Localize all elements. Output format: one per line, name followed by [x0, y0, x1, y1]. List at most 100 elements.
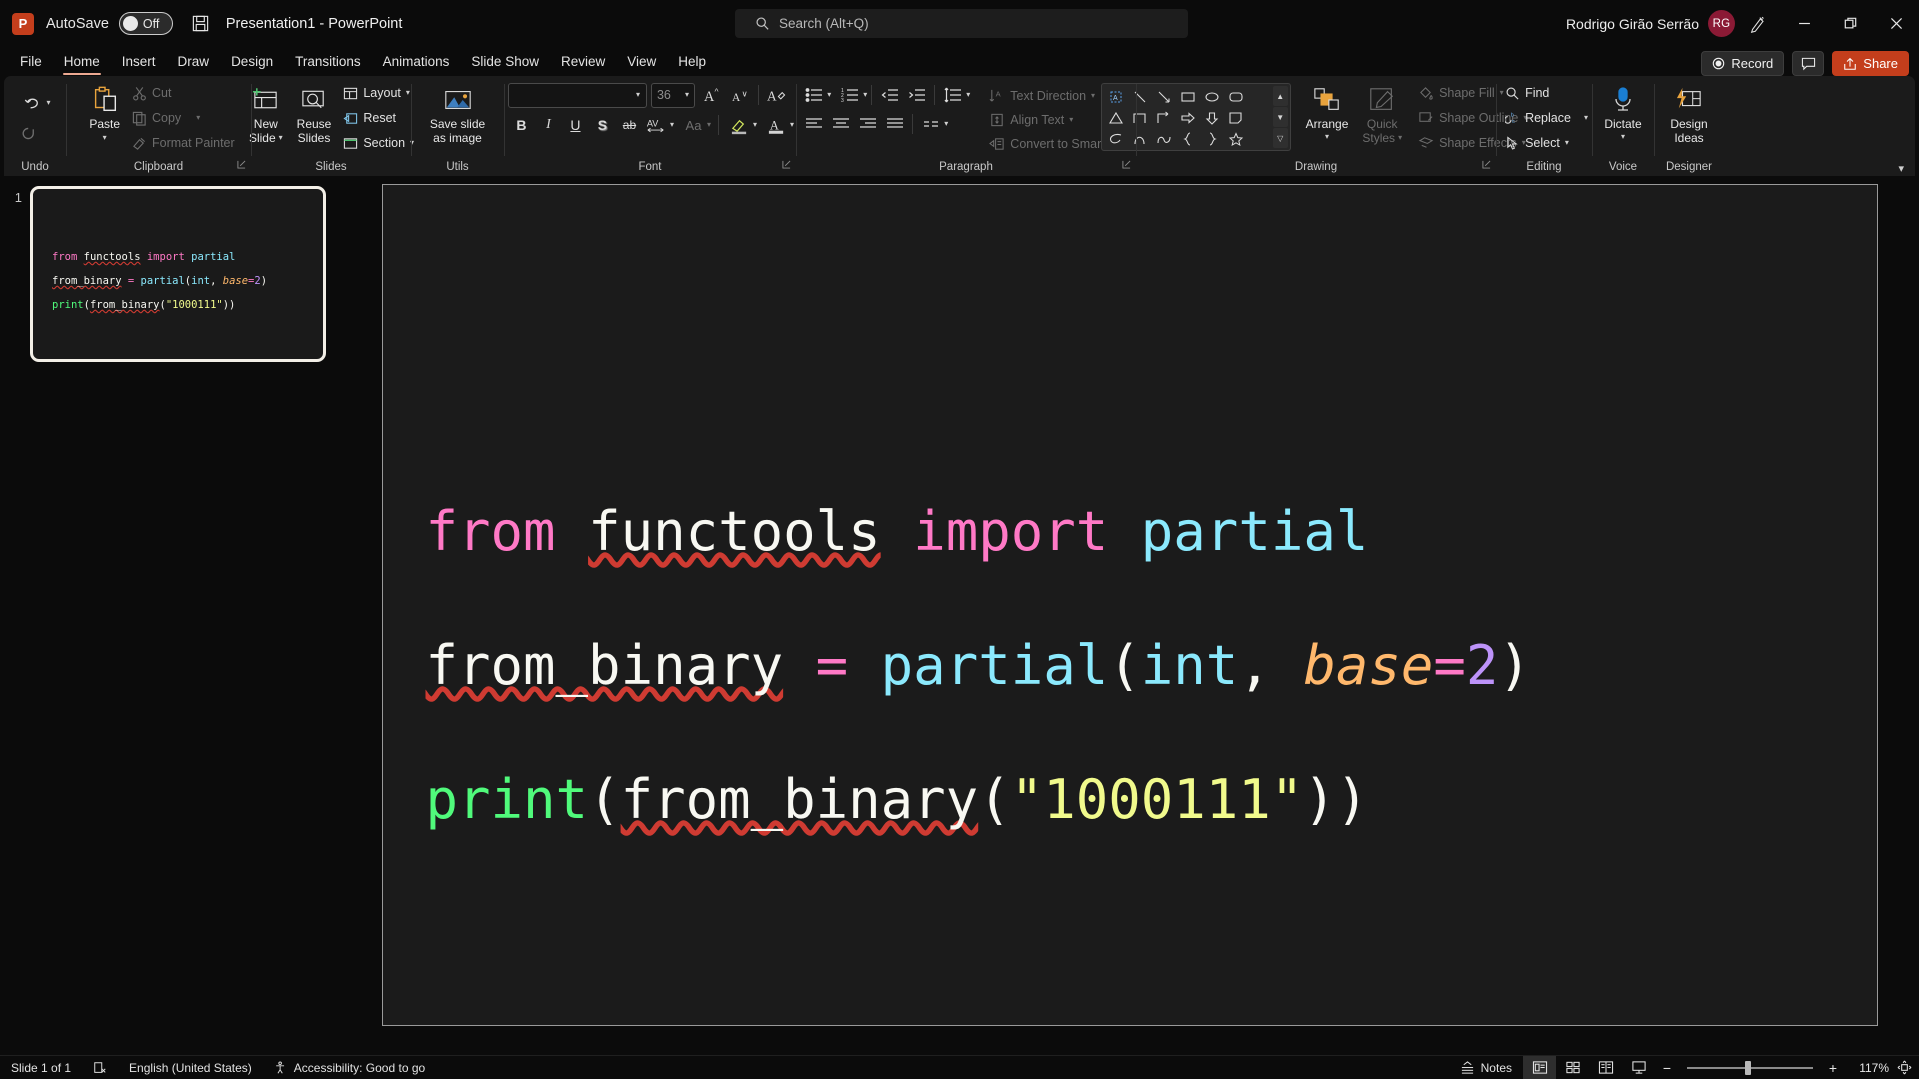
align-right-button[interactable] — [854, 111, 881, 137]
find-button[interactable]: Find — [1500, 81, 1588, 105]
tab-draw[interactable]: Draw — [167, 49, 221, 76]
tab-animations[interactable]: Animations — [372, 49, 461, 76]
slide-count[interactable]: Slide 1 of 1 — [0, 1056, 82, 1079]
bullets-button[interactable] — [800, 82, 827, 108]
copy-button[interactable]: Copy — [127, 106, 186, 130]
spell-check-button[interactable] — [82, 1056, 118, 1079]
arrange-dropdown-icon[interactable]: ▾ — [1325, 133, 1329, 141]
decrease-font-size-button[interactable]: A∨ — [727, 82, 754, 108]
align-center-button[interactable] — [827, 111, 854, 137]
share-button[interactable]: Share — [1832, 51, 1909, 76]
shapes-scroll-up-button[interactable]: ▲ — [1273, 86, 1288, 106]
restore-button[interactable] — [1827, 0, 1873, 47]
change-case-button[interactable]: Aa — [680, 112, 707, 138]
reuse-slides-button[interactable]: Reuse Slides — [290, 80, 339, 145]
highlight-dropdown-icon[interactable]: ▾ — [753, 121, 757, 129]
increase-indent-button[interactable] — [903, 82, 930, 108]
font-dialog-launcher[interactable] — [782, 158, 791, 175]
zoom-slider-thumb[interactable] — [1745, 1061, 1751, 1075]
text-highlight-color-button[interactable] — [726, 112, 753, 138]
arrange-button[interactable]: Arrange ▾ — [1299, 80, 1356, 141]
tab-file[interactable]: File — [9, 49, 53, 76]
search-input[interactable]: Search (Alt+Q) — [735, 9, 1188, 38]
paragraph-dialog-launcher[interactable] — [1122, 158, 1131, 175]
shapes-more-button[interactable]: ▽ — [1273, 128, 1288, 148]
shape-line[interactable] — [1128, 86, 1152, 107]
tab-view[interactable]: View — [616, 49, 667, 76]
avatar[interactable]: RG — [1708, 10, 1735, 37]
character-spacing-dropdown-icon[interactable]: ▾ — [670, 121, 674, 129]
font-color-button[interactable]: A — [763, 112, 790, 138]
tab-insert[interactable]: Insert — [111, 49, 167, 76]
shape-blank-1[interactable] — [1248, 86, 1272, 107]
comments-button[interactable] — [1792, 51, 1824, 76]
slide-canvas[interactable]: from functools import partialfrom_binary… — [382, 184, 1878, 1026]
tab-home[interactable]: Home — [53, 49, 111, 76]
shape-triangle[interactable] — [1104, 107, 1128, 128]
font-size-input[interactable]: 36 ▾ — [651, 83, 695, 108]
shape-scribble[interactable] — [1104, 128, 1128, 149]
zoom-slider[interactable] — [1687, 1067, 1813, 1069]
shapes-scroll-down-button[interactable]: ▼ — [1273, 107, 1288, 127]
shape-arc[interactable] — [1152, 128, 1176, 149]
design-ideas-button[interactable]: Design Ideas — [1663, 80, 1714, 145]
layout-dropdown-icon[interactable]: ▾ — [406, 89, 410, 97]
font-name-dropdown-icon[interactable]: ▾ — [636, 91, 640, 99]
zoom-in-button[interactable]: + — [1821, 1056, 1845, 1079]
tab-design[interactable]: Design — [220, 49, 284, 76]
columns-dropdown-icon[interactable]: ▾ — [944, 120, 948, 128]
quick-styles-button[interactable]: Quick Styles ▾ — [1355, 80, 1409, 145]
copy-dropdown-icon[interactable]: ▾ — [196, 114, 200, 122]
normal-view-button[interactable] — [1523, 1056, 1556, 1079]
shape-down-arrow[interactable] — [1200, 107, 1224, 128]
drawing-dialog-launcher[interactable] — [1482, 158, 1491, 175]
collapse-ribbon-icon[interactable]: ▾ — [1898, 162, 1904, 175]
zoom-out-button[interactable]: − — [1655, 1056, 1679, 1079]
numbering-button[interactable]: 123 — [836, 82, 863, 108]
decrease-indent-button[interactable] — [876, 82, 903, 108]
slide-code-textbox[interactable]: from functools import partialfrom_binary… — [426, 465, 1531, 867]
cut-button[interactable]: Cut — [127, 81, 240, 105]
underline-button[interactable]: U — [562, 112, 589, 138]
accessibility-button[interactable]: Accessibility: Good to go — [263, 1056, 436, 1079]
tab-review[interactable]: Review — [550, 49, 616, 76]
shape-right-brace[interactable] — [1200, 128, 1224, 149]
shape-left-brace[interactable] — [1176, 128, 1200, 149]
ribbon-display-options-icon[interactable] — [1735, 0, 1781, 47]
redo-button[interactable] — [15, 120, 42, 146]
shape-curve[interactable] — [1128, 128, 1152, 149]
tab-slide-show[interactable]: Slide Show — [460, 49, 550, 76]
tab-help[interactable]: Help — [667, 49, 717, 76]
language-button[interactable]: English (United States) — [118, 1056, 263, 1079]
character-spacing-button[interactable]: AV — [643, 112, 670, 138]
shape-blank-2[interactable] — [1248, 107, 1272, 128]
align-left-button[interactable] — [800, 111, 827, 137]
paste-button[interactable]: Paste ▾ — [82, 80, 127, 142]
close-button[interactable] — [1873, 0, 1919, 47]
section-button[interactable]: Section ▾ — [338, 131, 419, 155]
save-slide-as-image-button[interactable]: Save slide as image — [423, 80, 492, 145]
clipboard-dialog-launcher[interactable] — [237, 158, 246, 175]
shape-star[interactable] — [1224, 128, 1248, 149]
shape-elbow-connector[interactable] — [1128, 107, 1152, 128]
bullets-dropdown-icon[interactable]: ▾ — [827, 91, 831, 99]
justify-button[interactable] — [881, 111, 908, 137]
italic-button[interactable]: I — [535, 112, 562, 138]
shape-right-arrow[interactable] — [1176, 107, 1200, 128]
clear-formatting-button[interactable]: A — [763, 82, 790, 108]
slide-thumbnail-1[interactable]: from functools import partialfrom_binary… — [30, 186, 326, 362]
undo-dropdown-icon[interactable]: ▾ — [46, 99, 50, 107]
undo-button[interactable] — [19, 90, 46, 116]
notes-button[interactable]: Notes — [1449, 1056, 1523, 1079]
layout-button[interactable]: Layout ▾ — [338, 81, 419, 105]
reading-view-button[interactable] — [1589, 1056, 1622, 1079]
columns-button[interactable] — [917, 111, 944, 137]
slide-show-button[interactable] — [1622, 1056, 1655, 1079]
autosave-toggle[interactable]: Off — [119, 12, 173, 35]
format-painter-button[interactable]: Format Painter — [127, 131, 240, 155]
font-name-input[interactable]: ▾ — [508, 83, 647, 108]
save-icon[interactable] — [191, 14, 210, 33]
text-shadow-button[interactable]: S — [589, 112, 616, 138]
tab-transitions[interactable]: Transitions — [284, 49, 372, 76]
select-dropdown-icon[interactable]: ▾ — [1565, 139, 1569, 147]
